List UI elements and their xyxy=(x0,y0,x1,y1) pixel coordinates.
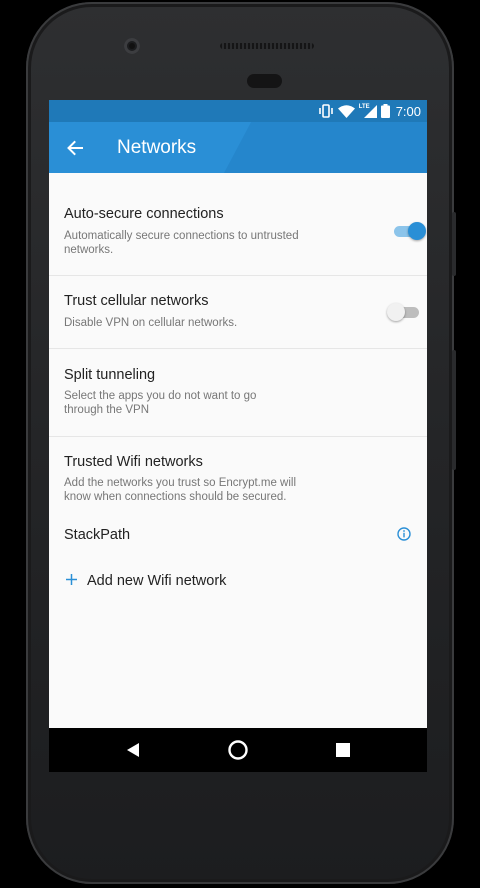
power-button xyxy=(452,350,456,470)
home-circle-icon[interactable] xyxy=(227,739,249,761)
earpiece-speaker xyxy=(220,43,314,49)
status-time: 7:00 xyxy=(395,103,421,119)
pref-trusted-wifi-title: Trusted Wifi networks xyxy=(64,454,203,470)
status-bar: LTE 7:00 xyxy=(49,100,427,122)
volume-button xyxy=(452,212,456,276)
cell-signal-icon xyxy=(363,104,377,118)
pref-trusted-wifi-summary: Add the networks you trust so Encrypt.me… xyxy=(64,477,297,503)
pref-auto-secure-title: Auto-secure connections xyxy=(64,206,224,222)
wifi-icon xyxy=(337,104,355,118)
arrow-back-icon[interactable] xyxy=(64,137,86,159)
navigation-bar xyxy=(49,728,427,772)
switch-thumb xyxy=(387,303,405,321)
back-triangle-icon[interactable] xyxy=(126,742,140,758)
app-bar-facet xyxy=(224,122,427,173)
pref-trusted-wifi[interactable]: Trusted Wifi networks Add the networks y… xyxy=(49,437,427,517)
add-wifi-network-label: Add new Wifi network xyxy=(87,573,227,589)
battery-icon xyxy=(380,104,390,118)
auto-secure-switch[interactable] xyxy=(394,222,426,240)
trust-cellular-switch[interactable] xyxy=(387,303,419,321)
app-bar: Networks xyxy=(49,122,427,173)
recents-square-icon[interactable] xyxy=(335,743,350,757)
trusted-network-item[interactable]: StackPath xyxy=(49,518,427,554)
pref-split-tunneling-title: Split tunneling xyxy=(64,367,156,383)
screen: LTE 7:00 Networks Auto-secure connection… xyxy=(49,100,427,772)
plus-icon xyxy=(66,574,77,585)
trusted-network-name: StackPath xyxy=(64,527,131,543)
pref-auto-secure[interactable]: Auto-secure connections Automatically se… xyxy=(49,173,427,275)
front-camera xyxy=(124,38,140,54)
info-icon[interactable] xyxy=(397,527,411,541)
pref-trust-cellular-summary: Disable VPN on cellular networks. xyxy=(64,317,238,329)
add-wifi-network-button[interactable]: Add new Wifi network xyxy=(49,566,427,596)
pref-split-tunneling-summary: Select the apps you do not want to go th… xyxy=(64,390,257,416)
proximity-sensor xyxy=(247,74,282,88)
pref-trust-cellular[interactable]: Trust cellular networks Disable VPN on c… xyxy=(49,276,427,348)
switch-thumb xyxy=(408,222,426,240)
pref-auto-secure-summary: Automatically secure connections to untr… xyxy=(64,230,299,256)
page-title: Networks xyxy=(117,136,197,158)
pref-split-tunneling[interactable]: Split tunneling Select the apps you do n… xyxy=(49,349,427,436)
vibrate-icon xyxy=(318,104,333,118)
pref-trust-cellular-title: Trust cellular networks xyxy=(64,293,209,309)
